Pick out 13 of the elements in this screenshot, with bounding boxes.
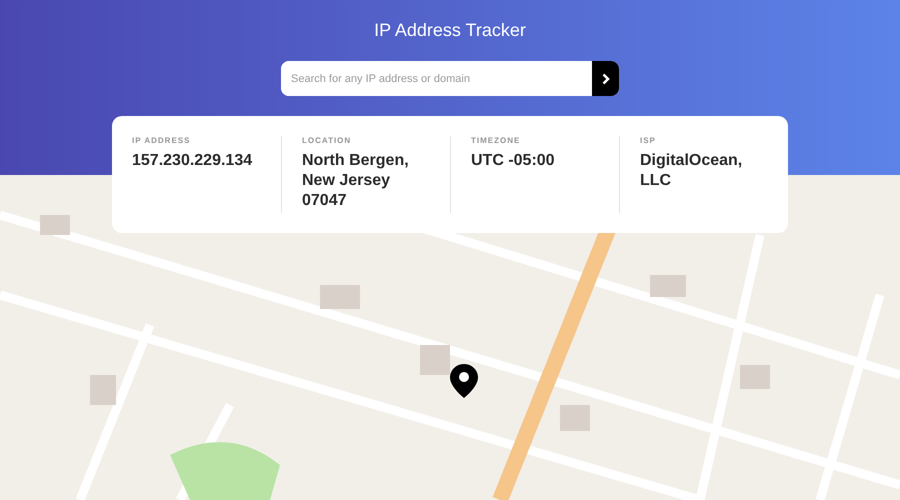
- info-value: 157.230.229.134: [132, 151, 254, 171]
- search-field[interactable]: Search for any IP address or domain: [281, 61, 619, 96]
- search-button[interactable]: [592, 61, 619, 96]
- page-title: IP Address Tracker: [374, 20, 526, 41]
- info-value: North Bergen, New Jersey 07047: [302, 151, 410, 211]
- info-label: ISP: [640, 136, 657, 145]
- info-value: UTC -05:00: [471, 151, 556, 171]
- info-value: DigitalOcean, LLC: [640, 151, 744, 191]
- info-label: LOCATION: [302, 136, 352, 145]
- info-label: IP ADDRESS: [132, 136, 192, 145]
- chevron-right-icon: [602, 72, 610, 84]
- location-pin-icon: [450, 364, 478, 398]
- info-label: TIMEZONE: [471, 136, 522, 145]
